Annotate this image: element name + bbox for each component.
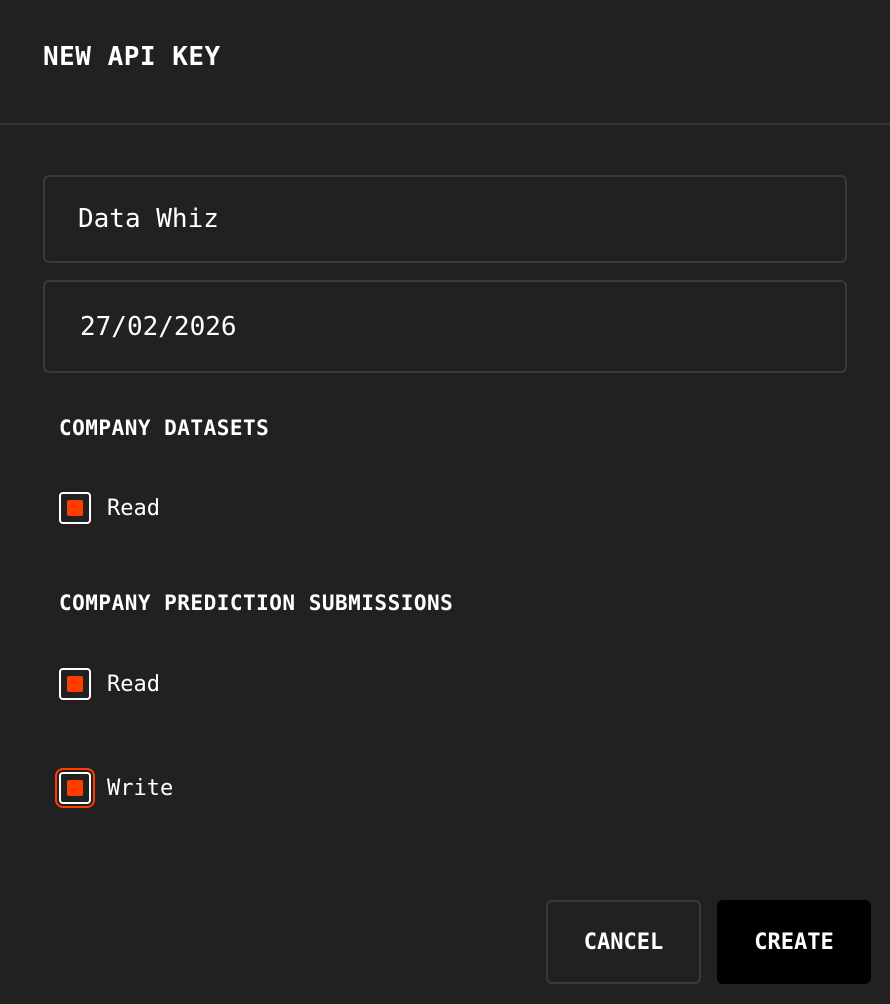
checkbox-mark [67,500,83,516]
checkbox-checked-icon[interactable] [59,668,91,700]
new-api-key-dialog: NEW API KEY COMPANY DATASETS Read COMPAN… [0,0,890,1004]
create-button[interactable]: CREATE [717,900,871,984]
dialog-header: NEW API KEY [0,0,890,125]
cancel-button[interactable]: CANCEL [546,900,701,984]
checkbox-submissions-read[interactable]: Read [59,668,160,700]
checkbox-checked-icon[interactable] [55,768,95,808]
section-label-company-prediction-submissions: COMPANY PREDICTION SUBMISSIONS [59,591,454,615]
checkbox-datasets-read[interactable]: Read [59,492,160,524]
checkbox-label: Read [107,495,160,521]
checkbox-label: Write [107,775,174,801]
section-label-company-datasets: COMPANY DATASETS [59,416,270,440]
checkbox-checked-icon[interactable] [59,492,91,524]
expiry-date-field [43,280,847,373]
key-name-field [43,175,847,263]
checkbox-label: Read [107,671,160,697]
expiry-date-input[interactable] [45,282,845,371]
dialog-title: NEW API KEY [43,42,221,72]
checkbox-submissions-write[interactable]: Write [55,768,174,808]
key-name-input[interactable] [45,177,845,261]
checkbox-mark [67,780,83,796]
checkbox-mark [67,676,83,692]
